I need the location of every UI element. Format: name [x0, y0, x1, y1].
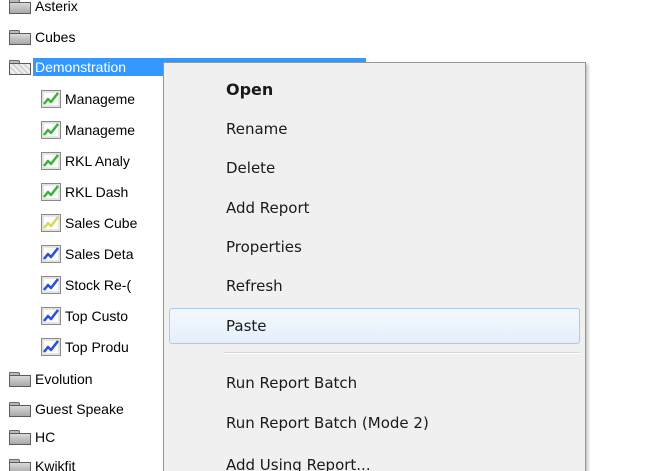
open-folder-icon [9, 59, 31, 75]
tree-item-label: Asterix [35, 0, 78, 14]
tree-item-label: RKL Analy [65, 153, 130, 169]
blue-chart-icon [41, 276, 61, 294]
folder-icon [9, 0, 31, 14]
menu-item-delete[interactable]: Delete [169, 150, 580, 186]
tree-item-label: HC [35, 429, 56, 445]
tree-report-item[interactable]: Sales Cube [41, 212, 137, 234]
green-chart-icon [41, 152, 61, 170]
tree-item-label: Top Produ [65, 339, 129, 355]
tree-item-label: Evolution [35, 371, 93, 387]
folder-icon [9, 458, 31, 471]
folder-icon [9, 29, 31, 45]
folder-icon [9, 429, 31, 445]
blue-chart-icon [41, 245, 61, 263]
tree-report-item[interactable]: Top Produ [41, 336, 129, 358]
tree-item-label: Sales Cube [65, 215, 138, 231]
tree-report-item[interactable]: RKL Analy [41, 150, 130, 172]
tree-folder-asterix[interactable]: Asterix [9, 0, 78, 17]
green-chart-icon [41, 183, 61, 201]
tree-folder-kwikfit[interactable]: Kwikfit [9, 455, 75, 471]
green-chart-icon [41, 90, 61, 108]
tree-item-label: RKL Dash [65, 184, 129, 200]
tree-report-item[interactable]: RKL Dash [41, 181, 128, 203]
menu-item-add-report[interactable]: Add Report [169, 190, 580, 226]
tree-folder-cubes[interactable]: Cubes [9, 26, 75, 48]
context-menu: Open Rename Delete Add Report Properties… [163, 62, 586, 471]
tree-report-item[interactable]: Stock Re-( [41, 274, 131, 296]
menu-item-label: Add Using Report... [226, 456, 371, 471]
tree-report-item[interactable]: Top Custo [41, 305, 128, 327]
menu-item-paste[interactable]: Paste [169, 308, 580, 344]
tree-item-label: Top Custo [65, 308, 129, 324]
tree-item-label: Kwikfit [35, 458, 76, 471]
menu-item-open[interactable]: Open [169, 71, 580, 107]
blue-chart-icon [41, 338, 61, 356]
tree-item-label: Manageme [65, 122, 136, 138]
tree-folder-guest-speaker[interactable]: Guest Speake [9, 398, 124, 420]
menu-item-run-report-batch[interactable]: Run Report Batch [169, 365, 580, 401]
menu-item-label: Open [226, 79, 274, 99]
tree-item-label: Cubes [35, 29, 76, 45]
tree-report-item[interactable]: Manageme [41, 88, 135, 110]
menu-item-label: Rename [226, 120, 288, 138]
tree-report-item[interactable]: Sales Deta [41, 243, 133, 265]
folder-icon [9, 401, 31, 417]
menu-item-add-using-report[interactable]: Add Using Report... [169, 447, 580, 471]
menu-item-run-report-batch-mode-2[interactable]: Run Report Batch (Mode 2) [169, 405, 580, 441]
menu-item-label: Delete [226, 159, 276, 177]
tree-item-label: Sales Deta [65, 246, 134, 262]
menu-item-label: Paste [226, 317, 267, 335]
menu-item-label: Refresh [226, 277, 283, 295]
menu-item-refresh[interactable]: Refresh [169, 268, 580, 304]
tree-folder-hc[interactable]: HC [9, 426, 55, 448]
menu-separator [224, 352, 580, 354]
menu-item-label: Properties [226, 238, 302, 256]
tree-item-label: Guest Speake [35, 401, 124, 417]
tree-folder-evolution[interactable]: Evolution [9, 368, 93, 390]
folder-icon [9, 371, 31, 387]
tree-report-item[interactable]: Manageme [41, 119, 135, 141]
menu-item-label: Add Report [226, 199, 310, 217]
menu-item-label: Run Report Batch [226, 374, 358, 392]
tree-item-label: Stock Re-( [65, 277, 132, 293]
menu-item-rename[interactable]: Rename [169, 111, 580, 147]
tree-item-label: Manageme [65, 91, 136, 107]
menu-item-label: Run Report Batch (Mode 2) [226, 414, 429, 432]
green-chart-icon [41, 121, 61, 139]
menu-item-properties[interactable]: Properties [169, 229, 580, 265]
yellow-chart-icon [41, 214, 61, 232]
blue-chart-icon [41, 307, 61, 325]
screen: Asterix Cubes Demonstration Manageme Mana… [0, 0, 665, 471]
